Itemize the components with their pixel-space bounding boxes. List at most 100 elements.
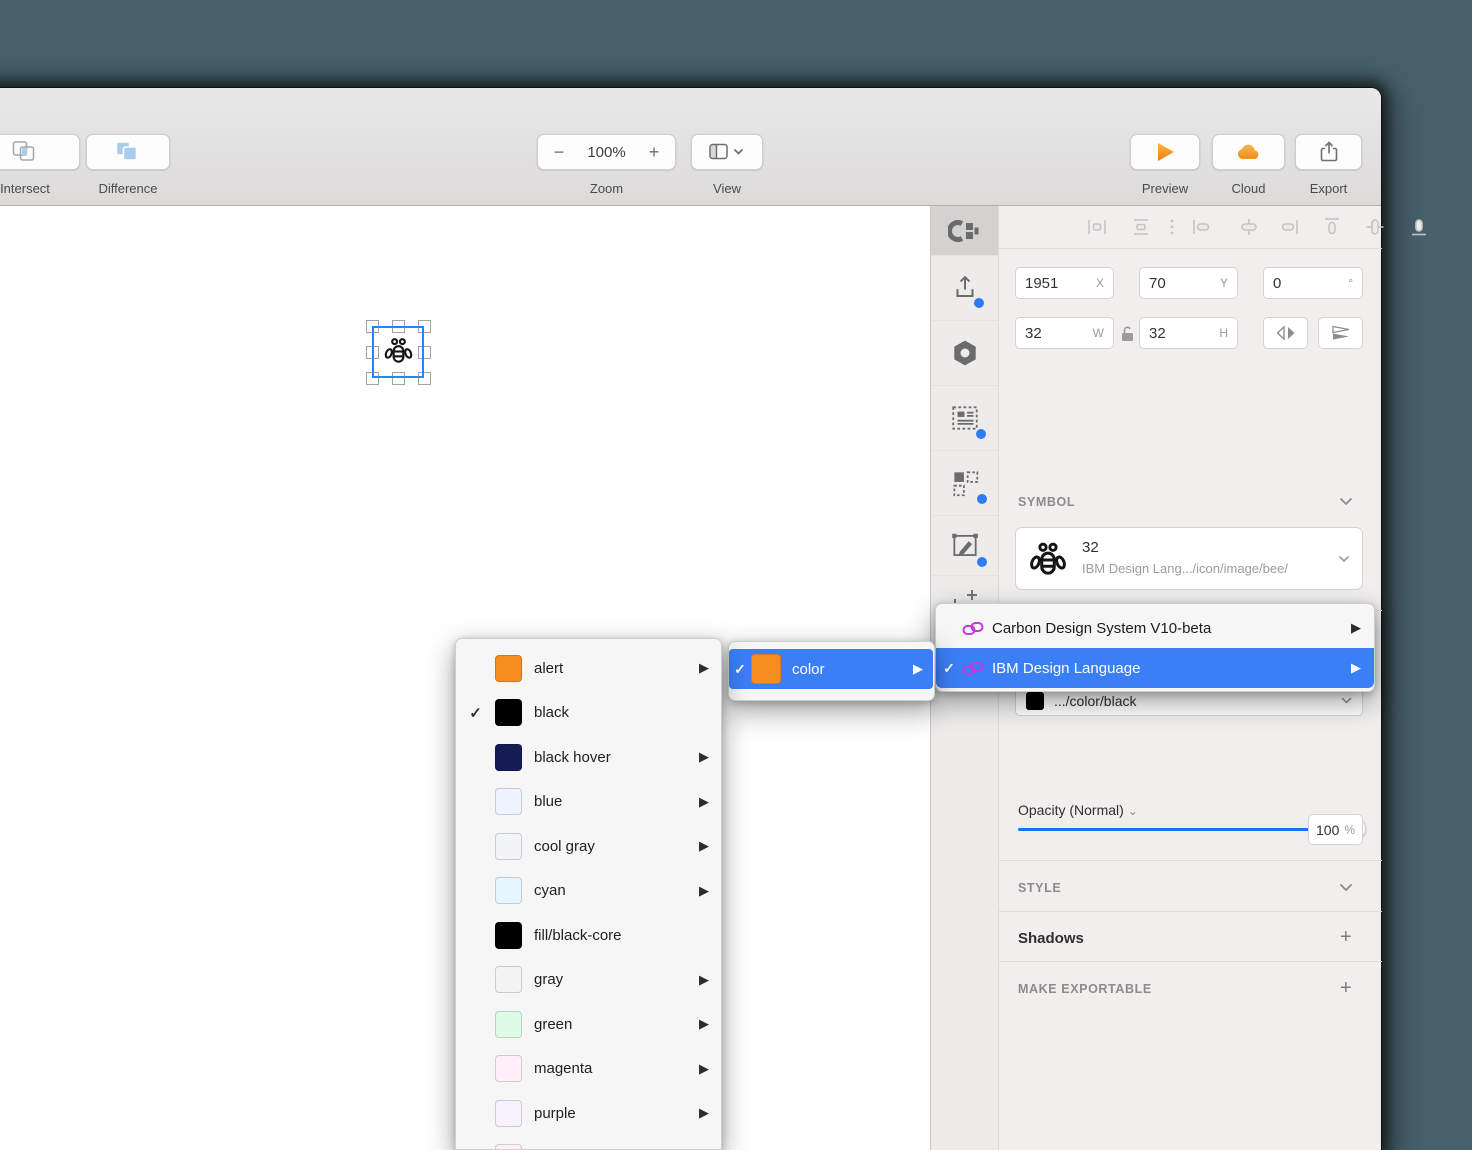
menu-item-label: black bbox=[534, 704, 570, 722]
submenu-arrow-icon: ▶ bbox=[913, 661, 923, 676]
layout-list-icon bbox=[949, 402, 981, 434]
make-exportable-header: MAKE EXPORTABLE bbox=[1018, 982, 1152, 996]
squares-icon bbox=[949, 467, 981, 499]
color-swatch bbox=[495, 832, 522, 860]
cloud-label: Cloud bbox=[1231, 181, 1266, 196]
difference-label: Difference bbox=[98, 181, 158, 196]
align-horizontal-center-icon[interactable] bbox=[1238, 216, 1260, 238]
intersect-label: Intersect bbox=[0, 181, 50, 196]
preview-label: Preview bbox=[1141, 181, 1189, 196]
align-left-icon[interactable] bbox=[1191, 216, 1213, 238]
color-swatch bbox=[495, 788, 522, 816]
submenu-item-color[interactable]: ✓ color ▶ bbox=[729, 649, 933, 689]
height-field[interactable]: 32 H bbox=[1139, 317, 1238, 349]
sidebar-item-states-plugin[interactable] bbox=[931, 451, 998, 516]
cloud-icon bbox=[1235, 141, 1263, 163]
symbol-dropdown-chevron-icon bbox=[1338, 555, 1350, 563]
menu-item-label: color bbox=[792, 660, 825, 678]
distribute-vertically-icon[interactable] bbox=[1130, 216, 1152, 238]
symbol-name: 32 bbox=[1082, 539, 1099, 556]
difference-button[interactable] bbox=[86, 134, 170, 170]
align-bottom-icon[interactable] bbox=[1408, 216, 1430, 238]
symbol-selector[interactable]: 32 IBM Design Lang.../icon/image/bee/ bbox=[1015, 527, 1363, 590]
menu-item-fill-black-core[interactable]: fill/black-core bbox=[456, 913, 721, 958]
distribute-horizontally-icon[interactable] bbox=[1086, 216, 1108, 238]
color-swatch bbox=[495, 654, 522, 682]
check-icon: ✓ bbox=[943, 659, 955, 676]
export-label: Export bbox=[1309, 181, 1348, 196]
y-position-field[interactable]: 70 Y bbox=[1139, 267, 1238, 299]
menu-item-black-hover[interactable]: black hover ▶ bbox=[456, 735, 721, 780]
submenu-arrow-icon: ▶ bbox=[699, 793, 709, 809]
lock-ratio-icon[interactable] bbox=[1120, 325, 1135, 342]
menu-item-magenta[interactable]: magenta ▶ bbox=[456, 1047, 721, 1092]
menu-item-ibm-design-language[interactable]: ✓ IBM Design Language ▶ bbox=[936, 648, 1374, 688]
zoom-control[interactable]: − 100% + bbox=[537, 134, 676, 170]
cloud-button[interactable] bbox=[1212, 134, 1285, 170]
x-position-field[interactable]: 1951 X bbox=[1015, 267, 1114, 299]
color-menu-list: alert ▶ ✓ black black hover ▶ blue ▶ cool gray ▶ c… bbox=[456, 646, 721, 1149]
menu-item-gray[interactable]: gray ▶ bbox=[456, 958, 721, 1003]
plugin-notification-dot bbox=[977, 557, 987, 567]
menu-item-label: green bbox=[534, 1015, 573, 1033]
opacity-label: Opacity (Normal) ⌄ bbox=[1018, 802, 1138, 818]
menu-item-label: black hover bbox=[534, 748, 611, 766]
color-swatch bbox=[495, 877, 522, 905]
menu-item-alert[interactable]: alert ▶ bbox=[456, 646, 721, 691]
zoom-out-button[interactable]: − bbox=[550, 142, 568, 163]
width-field[interactable]: 32 W bbox=[1015, 317, 1114, 349]
opacity-chevron-icon[interactable]: ⌄ bbox=[1128, 804, 1138, 818]
pencil-frame-icon bbox=[949, 531, 981, 561]
height-value: 32 bbox=[1149, 324, 1166, 342]
zoom-in-button[interactable]: + bbox=[645, 142, 663, 163]
preview-button[interactable] bbox=[1130, 134, 1200, 170]
icon-color-value: .../color/black bbox=[1054, 692, 1137, 709]
menu-item-label: cool gray bbox=[534, 837, 595, 855]
menu-item-label: gray bbox=[534, 971, 564, 989]
sidebar-item-layout-plugin[interactable] bbox=[931, 386, 998, 451]
align-vertical-middle-icon[interactable] bbox=[1364, 216, 1386, 238]
opacity-value: 100 bbox=[1316, 821, 1340, 838]
sidebar-item-carbon-plugin[interactable] bbox=[931, 206, 998, 256]
add-shadow-button[interactable]: + bbox=[1340, 926, 1352, 949]
flip-vertical-button[interactable] bbox=[1318, 317, 1363, 349]
menu-item-label: blue bbox=[534, 793, 563, 811]
bee-symbol-instance[interactable] bbox=[383, 336, 414, 367]
color-swatch bbox=[495, 699, 522, 727]
export-button[interactable] bbox=[1295, 134, 1362, 170]
menu-item-carbon-design-system-v10-beta[interactable]: Carbon Design System V10-beta ▶ bbox=[936, 608, 1374, 648]
more-options-icon[interactable] bbox=[1161, 216, 1183, 238]
zoom-value: 100% bbox=[587, 143, 626, 161]
flip-horizontal-button[interactable] bbox=[1263, 317, 1308, 349]
share-icon bbox=[1317, 140, 1341, 164]
menu-item-cool-gray[interactable]: cool gray ▶ bbox=[456, 824, 721, 869]
intersect-button[interactable] bbox=[0, 134, 80, 170]
opacity-slider-track[interactable] bbox=[1018, 828, 1318, 831]
menu-item-label: purple bbox=[534, 1104, 576, 1122]
sidebar-item-settings-plugin[interactable] bbox=[931, 321, 998, 386]
menu-item-green[interactable]: green ▶ bbox=[456, 1002, 721, 1047]
sidebar-item-upload-plugin[interactable] bbox=[931, 256, 998, 321]
rotation-field[interactable]: 0 ° bbox=[1263, 267, 1363, 299]
color-swatch bbox=[495, 1099, 522, 1127]
style-collapse-chevron-icon[interactable] bbox=[1339, 883, 1353, 892]
opacity-value-field[interactable]: 100 % bbox=[1308, 814, 1363, 845]
sidebar-item-rename-plugin[interactable] bbox=[931, 516, 998, 576]
y-value: 70 bbox=[1149, 274, 1166, 292]
rotation-value: 0 bbox=[1273, 274, 1282, 292]
make-exportable-button[interactable]: + bbox=[1340, 977, 1352, 1000]
view-button[interactable] bbox=[691, 134, 763, 170]
color-swatch bbox=[1026, 691, 1044, 710]
override-submenu: ✓ color ▶ bbox=[728, 641, 935, 701]
menu-item-cyan[interactable]: cyan ▶ bbox=[456, 869, 721, 914]
color-swatch bbox=[495, 1055, 522, 1083]
menu-item-black[interactable]: ✓ black bbox=[456, 691, 721, 736]
menu-item-purple[interactable]: purple ▶ bbox=[456, 1091, 721, 1136]
color-swatch bbox=[495, 921, 522, 949]
menu-item-partial[interactable] bbox=[456, 1136, 721, 1149]
align-right-icon[interactable] bbox=[1278, 216, 1300, 238]
align-top-icon[interactable] bbox=[1321, 216, 1343, 238]
symbol-collapse-chevron-icon[interactable] bbox=[1339, 497, 1353, 506]
menu-item-blue[interactable]: blue ▶ bbox=[456, 780, 721, 825]
bee-symbol-thumbnail-icon bbox=[1028, 540, 1068, 580]
